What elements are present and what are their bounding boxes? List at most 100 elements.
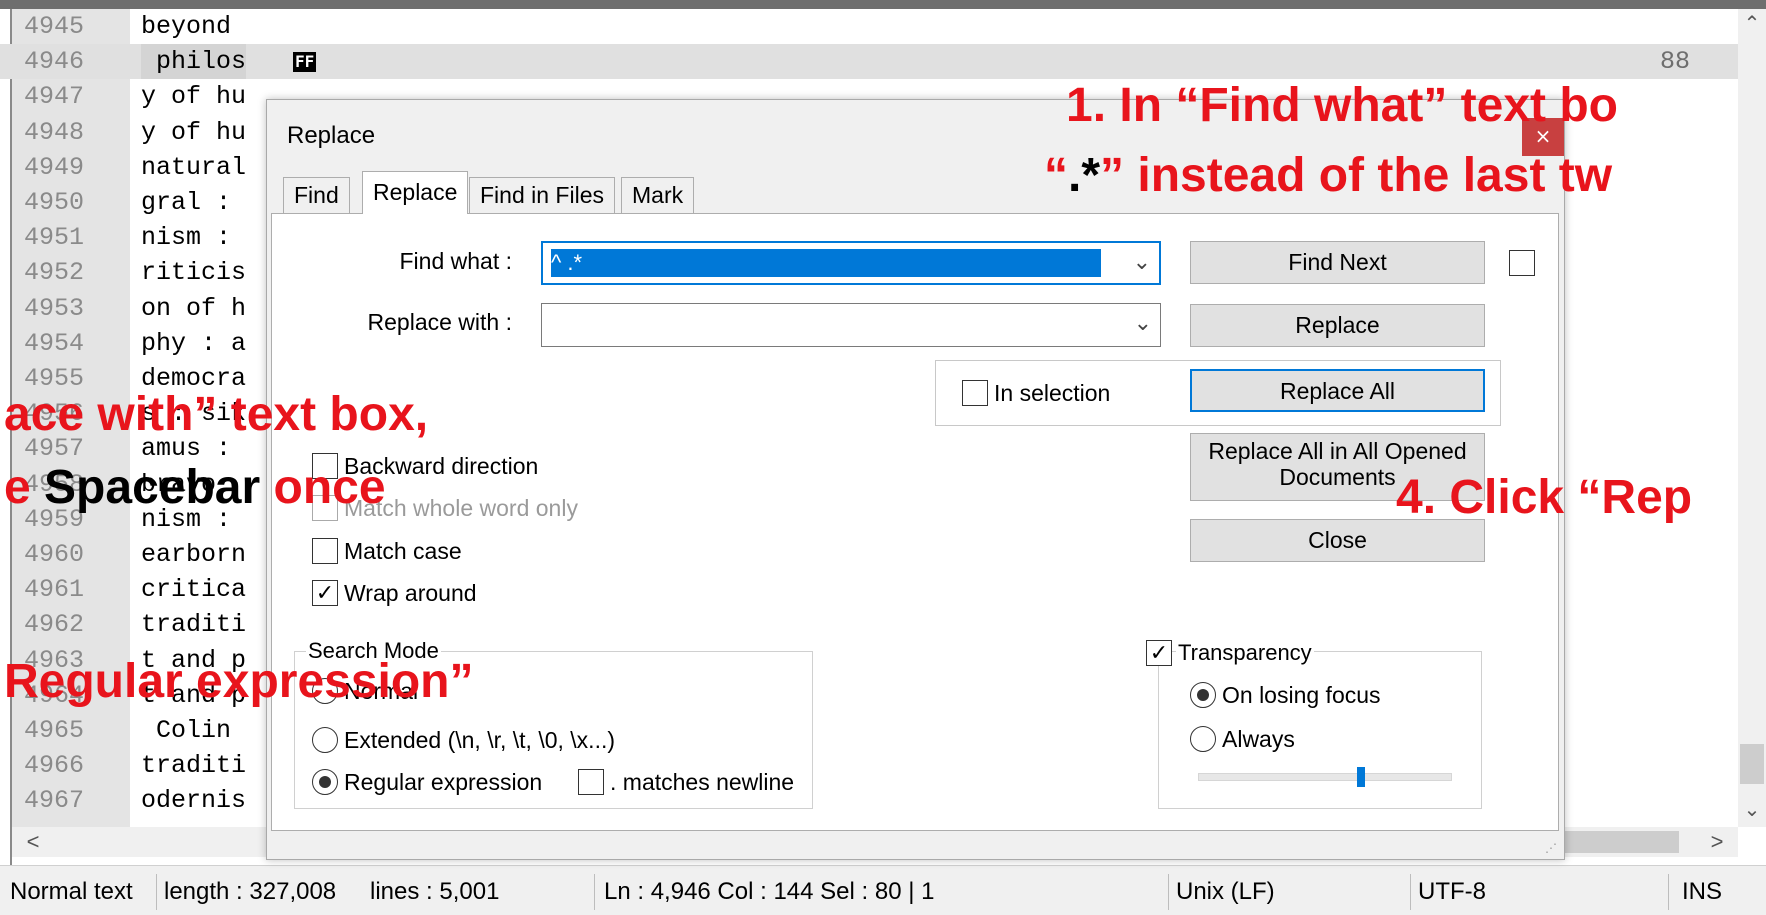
tab-find-in-files[interactable]: Find in Files: [469, 177, 615, 213]
replace-with-label: Replace with :: [367, 309, 512, 335]
line-text: traditi: [141, 610, 247, 640]
transparency-slider[interactable]: [1198, 773, 1452, 781]
line-number: 4950: [24, 188, 85, 217]
step2-annotation-line1: ace with” text box,: [4, 388, 429, 441]
transparency-slider-thumb[interactable]: [1356, 767, 1365, 787]
scroll-down-icon[interactable]: ⌄: [1738, 795, 1766, 825]
line-text: nism :: [141, 223, 232, 253]
line-text: phy : a: [141, 328, 247, 358]
status-separator: [1410, 874, 1411, 910]
replace-with-input[interactable]: ⌄: [541, 303, 1161, 347]
status-bar: Normal text length : 327,008 lines : 5,0…: [0, 865, 1766, 915]
vertical-scrollbar[interactable]: ⌃ ⌄: [1738, 9, 1766, 827]
line-text: y of hu: [141, 82, 247, 112]
line-number: 4960: [24, 540, 85, 569]
extended-label: Extended (\n, \r, \t, \0, \x...): [344, 727, 616, 753]
chevron-down-icon[interactable]: ⌄: [1134, 310, 1152, 336]
line-number: 4948: [24, 117, 85, 147]
step1-annotation-line2: “.*” instead of the last tw: [1044, 148, 1612, 203]
line-number: 4947: [24, 82, 85, 112]
status-separator: [1668, 874, 1669, 910]
replace-button[interactable]: Replace: [1190, 304, 1485, 347]
wrap-around-label: Wrap around: [344, 580, 477, 606]
editor-line[interactable]: 4945 beyond: [0, 9, 1738, 44]
line-number: 4967: [24, 786, 85, 816]
replace-dialog: Replace × Find Replace Find in Files Mar…: [266, 99, 1565, 860]
step4-annotation: 4. Click “Rep: [1396, 471, 1693, 524]
line-text: odernis: [141, 786, 247, 816]
tab-mark[interactable]: Mark: [621, 177, 695, 213]
current-line[interactable]: 4946 philos FF 88: [0, 44, 1738, 80]
matches-newline-checkbox[interactable]: [578, 769, 604, 795]
line-number: 4962: [24, 610, 85, 640]
resize-grip-icon[interactable]: ⋰: [1545, 841, 1557, 855]
always-radio[interactable]: [1190, 726, 1216, 752]
step2-annotation-line2: e Spacebar once: [4, 460, 386, 515]
in-selection-label: In selection: [994, 380, 1111, 406]
window-top-border: [0, 0, 1766, 9]
step1-annotation-line1: 1. In “Find what” text bo: [1066, 79, 1618, 132]
line-number: 4945: [24, 12, 85, 41]
close-button[interactable]: Close: [1190, 519, 1485, 562]
step3-annotation: Regular expression”: [4, 655, 474, 708]
column-marker: 88: [1660, 47, 1691, 77]
transparency-checkbox[interactable]: ✓: [1146, 640, 1172, 666]
step1-rest: ” instead of the last tw: [1100, 149, 1613, 202]
always-label: Always: [1222, 726, 1295, 752]
line-text: riticis: [141, 258, 247, 288]
line-text: philos: [141, 44, 247, 80]
horizontal-scroll-thumb[interactable]: [1557, 831, 1679, 853]
line-number: 4961: [24, 575, 85, 605]
line-number: 4952: [24, 258, 85, 288]
scroll-up-icon[interactable]: ⌃: [1738, 9, 1766, 39]
status-lines: lines : 5,001: [370, 878, 500, 905]
line-text: critica: [141, 575, 247, 605]
find-next-button[interactable]: Find Next: [1190, 241, 1485, 284]
line-number: 4953: [24, 293, 85, 323]
find-what-input[interactable]: ^ .* ⌄: [541, 241, 1161, 285]
find-next-extra-checkbox[interactable]: [1509, 250, 1535, 276]
status-separator: [1168, 874, 1169, 910]
status-eol: Unix (LF): [1176, 878, 1275, 905]
line-text: beyond: [141, 12, 232, 41]
line-number: 4965: [24, 716, 85, 745]
transparency-label: Transparency: [1176, 640, 1314, 666]
replace-all-button[interactable]: Replace All: [1190, 369, 1485, 412]
on-losing-focus-label: On losing focus: [1222, 682, 1381, 708]
status-position: Ln : 4,946 Col : 144 Sel : 80 | 1: [604, 878, 935, 905]
chevron-down-icon[interactable]: ⌄: [1133, 249, 1151, 275]
extended-radio[interactable]: [312, 727, 338, 753]
scroll-left-icon[interactable]: <: [18, 827, 48, 857]
line-number: 4946: [24, 47, 85, 77]
status-insert-mode: INS: [1682, 878, 1723, 905]
form-feed-marker: FF: [293, 52, 317, 73]
find-what-selected-text: ^ .*: [551, 249, 1101, 277]
line-text: y of hu: [141, 117, 247, 147]
step2-pre: e: [4, 461, 45, 514]
tab-find[interactable]: Find: [283, 177, 350, 213]
line-text: traditi: [141, 751, 247, 781]
on-losing-focus-radio[interactable]: [1190, 682, 1216, 708]
line-number: 4966: [24, 751, 85, 781]
wrap-around-checkbox[interactable]: ✓: [312, 580, 338, 606]
regex-label: Regular expression: [344, 769, 543, 795]
in-selection-checkbox[interactable]: [962, 380, 988, 406]
step2-post: once: [260, 461, 386, 514]
match-case-label: Match case: [344, 538, 462, 564]
match-case-checkbox[interactable]: [312, 538, 338, 564]
line-number: 4954: [24, 328, 85, 358]
line-number: 4949: [24, 152, 85, 182]
scroll-right-icon[interactable]: >: [1702, 827, 1732, 857]
tab-replace[interactable]: Replace: [362, 171, 469, 214]
line-text: gral :: [141, 188, 232, 217]
line-number: 4951: [24, 223, 85, 253]
step1-quote-open: “: [1044, 149, 1068, 202]
status-separator: [594, 874, 595, 910]
replace-tab-panel: Find what : ^ .* ⌄ Replace with : ⌄ Find…: [271, 213, 1559, 831]
find-what-label: Find what :: [399, 248, 513, 274]
step2-spacebar: Spacebar: [44, 461, 261, 514]
line-text: on of h: [141, 293, 247, 323]
regex-radio[interactable]: [312, 769, 338, 795]
vertical-scroll-thumb[interactable]: [1740, 744, 1764, 784]
status-length: length : 327,008: [164, 878, 337, 905]
